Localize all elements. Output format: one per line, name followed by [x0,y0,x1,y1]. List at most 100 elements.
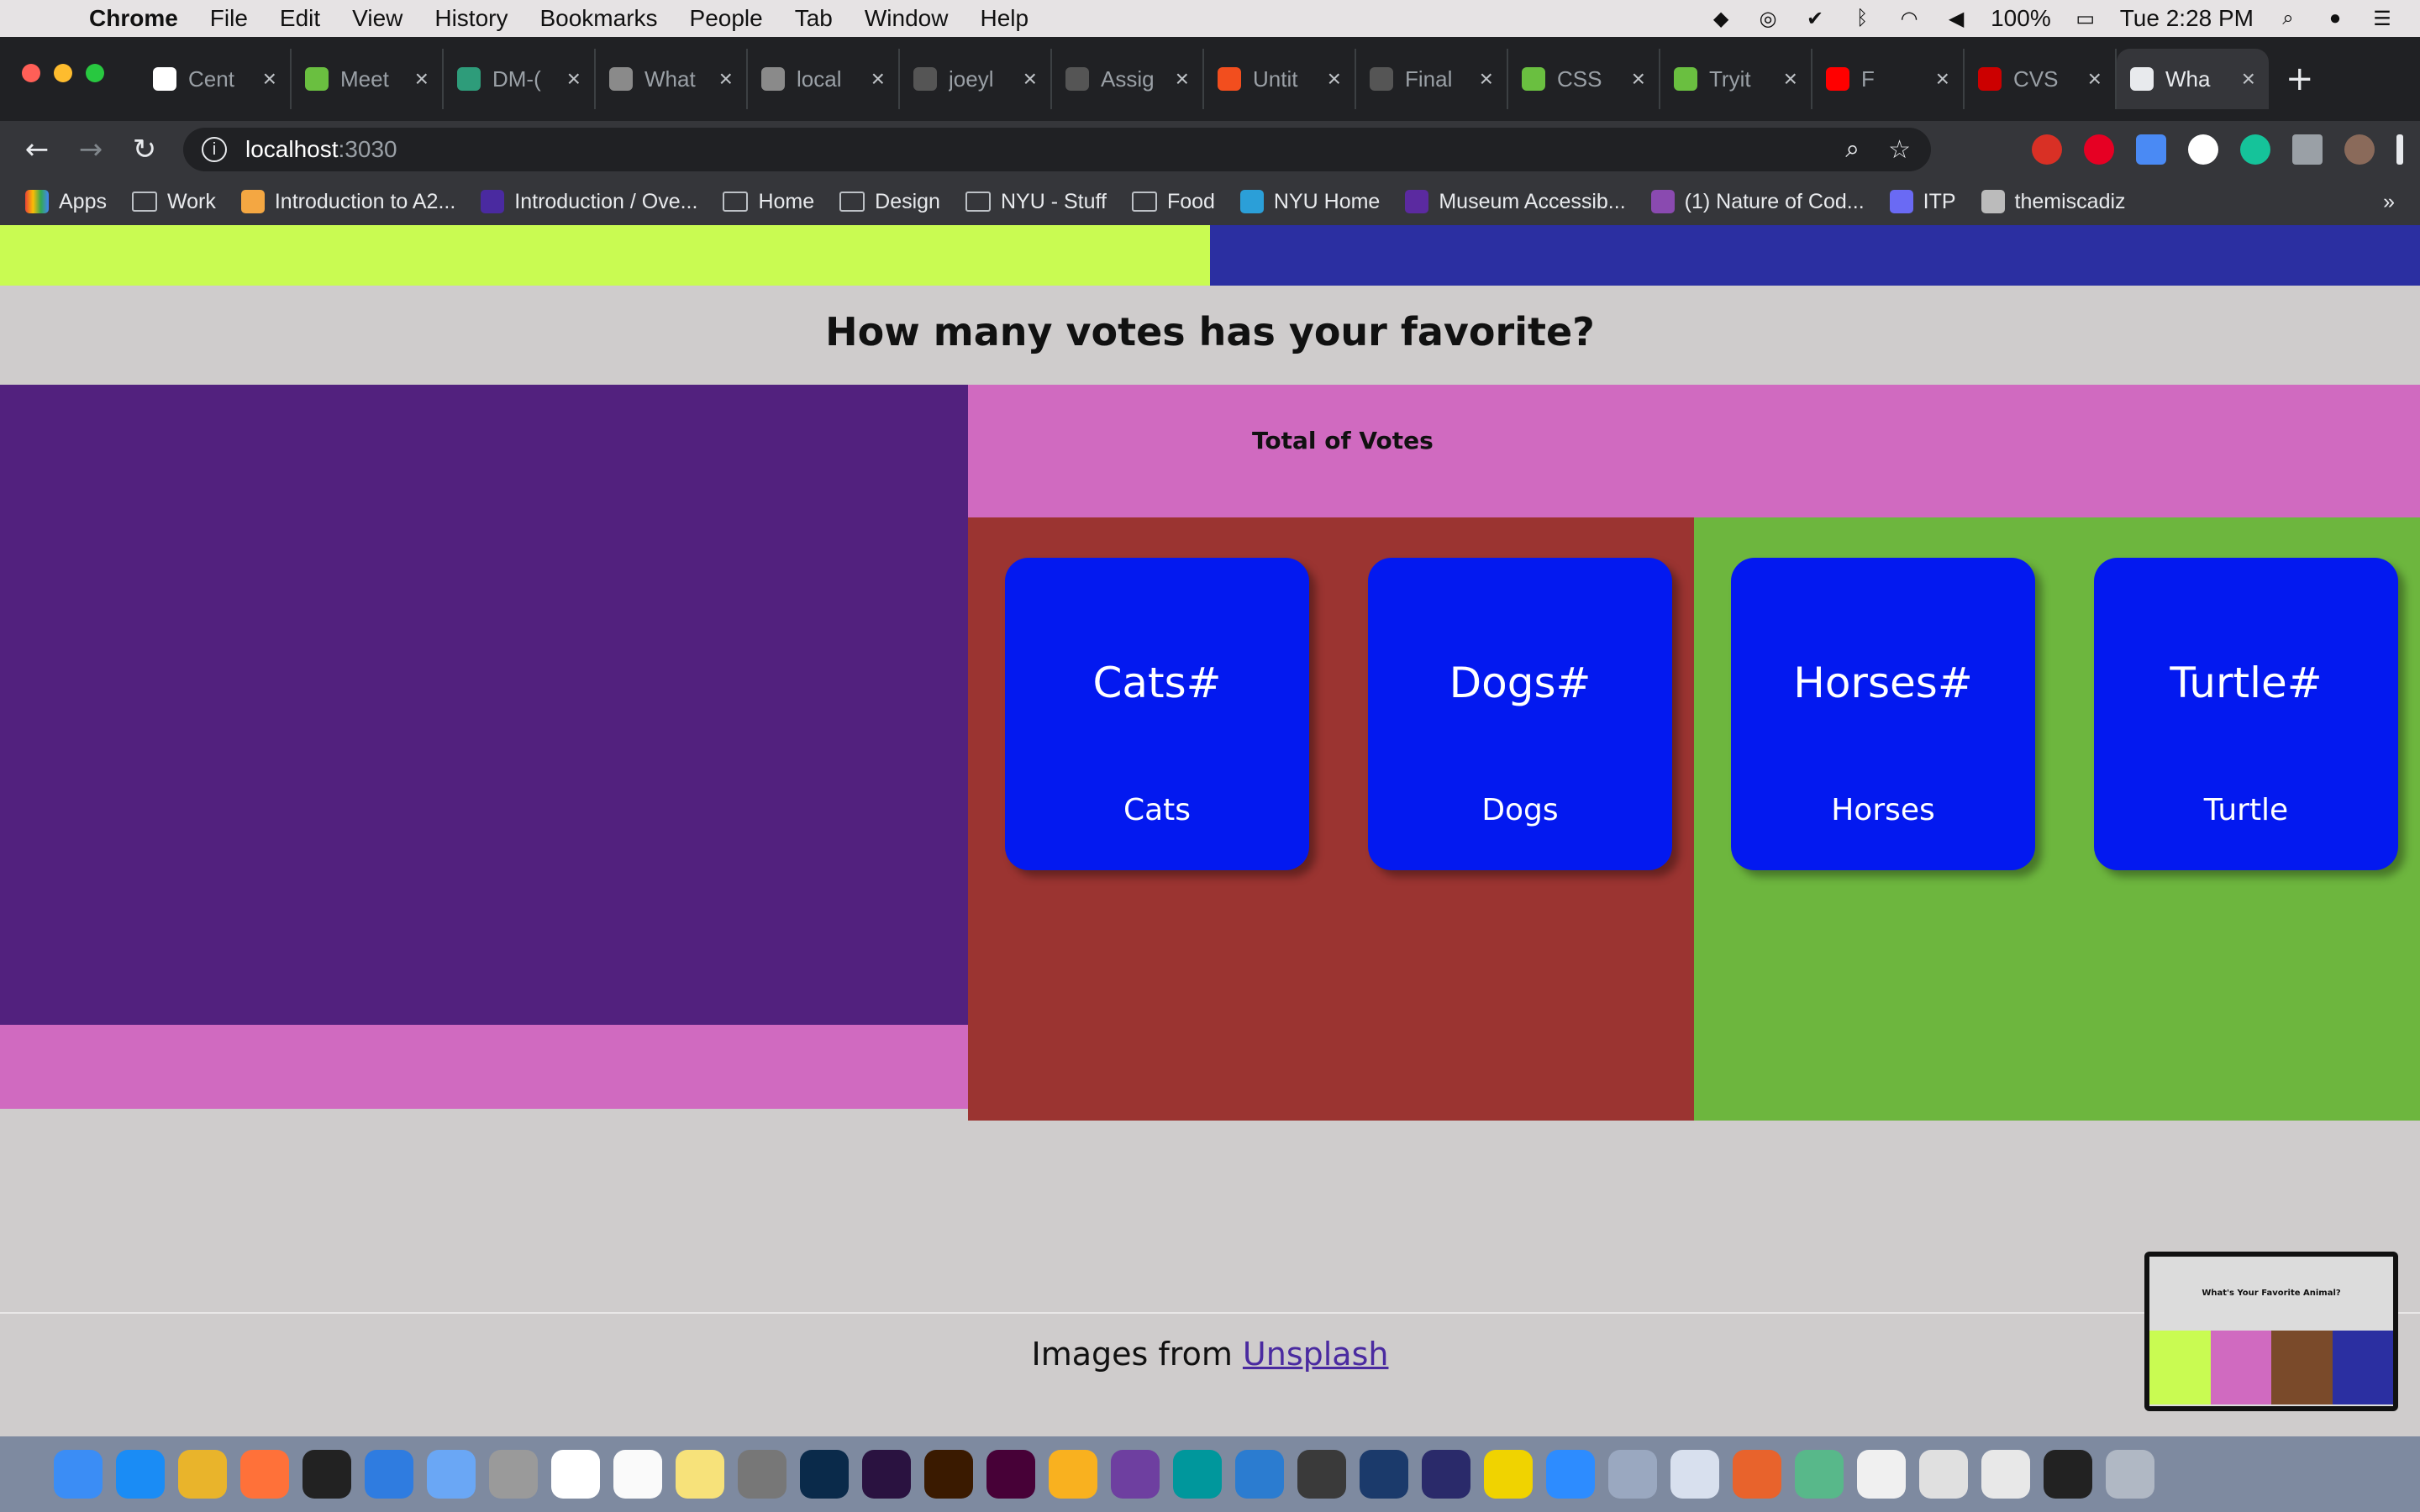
clock[interactable]: Tue 2:28 PM [2120,5,2254,32]
browser-tab[interactable]: Cent × [139,49,292,109]
bookmark-site[interactable]: Introduction / Ove... [481,190,697,214]
browser-tab[interactable]: Wha × [2117,49,2269,109]
extension-icon[interactable] [2188,134,2218,165]
forward-arrow-icon[interactable]: → [74,133,108,166]
atom-icon[interactable] [1795,1450,1844,1499]
bookmark-folder[interactable]: Food [1131,190,1215,214]
screenshot-thumbnail-preview[interactable]: What's Your Favorite Animal? [2144,1252,2398,1411]
bookmark-folder[interactable]: Work [131,190,216,214]
browser-tab[interactable]: CSS × [1508,49,1660,109]
quicktime-icon[interactable] [1360,1450,1408,1499]
browser-tab[interactable]: DM-(× [444,49,596,109]
close-tab-icon[interactable]: × [567,66,581,92]
menu-window[interactable]: Window [865,5,949,32]
chrome-menu-icon[interactable] [2396,134,2403,165]
skype-icon[interactable] [365,1450,413,1499]
battery-icon[interactable]: ▭ [2073,8,2098,30]
menu-file[interactable]: File [210,5,248,32]
vote-card-horses[interactable]: Horses# Horses [1731,558,2035,870]
menu-edit[interactable]: Edit [280,5,320,32]
close-tab-icon[interactable]: × [263,66,276,92]
minimized-window-icon[interactable] [1857,1450,1906,1499]
bookmark-site[interactable]: ITP [1889,190,1956,214]
firefox-icon[interactable] [240,1450,289,1499]
app-store-icon[interactable] [116,1450,165,1499]
calculator-icon[interactable] [489,1450,538,1499]
vote-card-cats[interactable]: Cats# Cats [1005,558,1309,870]
menu-help[interactable]: Help [980,5,1028,32]
bluetooth-icon[interactable]: ᛒ [1849,7,1875,29]
trash-icon[interactable] [2106,1450,2154,1499]
unsplash-link[interactable]: Unsplash [1243,1336,1389,1373]
address-bar[interactable]: i localhost:3030 ⌕ ☆ [183,128,1931,171]
close-tab-icon[interactable]: × [2242,66,2255,92]
close-tab-icon[interactable]: × [1176,66,1189,92]
bookmark-folder[interactable]: Design [839,190,940,214]
bookmark-folder[interactable]: NYU - Stuff [965,190,1107,214]
pinterest-extension-icon[interactable] [2084,134,2114,165]
browser-tab[interactable]: F × [1812,49,1965,109]
photoshop-icon[interactable] [800,1450,849,1499]
profile-avatar[interactable] [2344,134,2375,165]
sketch-icon[interactable] [1049,1450,1097,1499]
chrome-icon[interactable] [178,1450,227,1499]
minimized-window-icon[interactable] [1981,1450,2030,1499]
close-tab-icon[interactable]: × [1936,66,1949,92]
browser-tab[interactable]: What × [596,49,748,109]
stickies-icon[interactable] [676,1450,724,1499]
menu-people[interactable]: People [690,5,763,32]
more-bookmarks-chevron-icon[interactable]: » [2383,190,2395,214]
grammarly-extension-icon[interactable] [2240,134,2270,165]
browser-tab[interactable]: Meet × [292,49,444,109]
terminal-icon[interactable] [302,1450,351,1499]
bookmark-site[interactable]: NYU Home [1239,190,1380,214]
adobe-xd-icon[interactable] [986,1450,1035,1499]
close-tab-icon[interactable]: × [415,66,429,92]
volume-icon[interactable]: ◀ [1944,8,1969,30]
bookmark-site[interactable]: Introduction to A2... [240,190,455,214]
close-window-button[interactable] [22,64,40,82]
close-tab-icon[interactable]: × [1632,66,1645,92]
close-tab-icon[interactable]: × [1328,66,1341,92]
bookmark-site[interactable]: (1) Nature of Cod... [1650,190,1865,214]
browser-tab[interactable]: Tryit × [1660,49,1812,109]
reload-icon[interactable]: ↻ [128,133,161,166]
site-info-icon[interactable]: i [202,137,227,162]
notification-center-icon[interactable]: ☰ [2370,8,2395,30]
siri-icon[interactable]: ● [2323,7,2348,29]
zoom-icon[interactable]: ⌕ [1845,135,1860,165]
bookmark-apps[interactable]: Apps [25,190,107,214]
browser-tab[interactable]: Untit × [1204,49,1356,109]
github-desktop-icon[interactable] [1111,1450,1160,1499]
vote-card-dogs[interactable]: Dogs# Dogs [1368,558,1672,870]
close-tab-icon[interactable]: × [1784,66,1797,92]
spotlight-search-icon[interactable]: ⌕ [2275,7,2301,29]
processing-icon[interactable] [1297,1450,1346,1499]
minimize-window-button[interactable] [54,64,72,82]
menu-tab[interactable]: Tab [795,5,833,32]
after-effects-icon[interactable] [862,1450,911,1499]
reading-list-icon[interactable] [2292,134,2323,165]
illustrator-icon[interactable] [924,1450,973,1499]
menu-app-name[interactable]: Chrome [89,5,178,32]
minimized-window-icon[interactable] [1919,1450,1968,1499]
pencil-app-icon[interactable] [1733,1450,1781,1499]
close-tab-icon[interactable]: × [719,66,733,92]
close-tab-icon[interactable]: × [871,66,885,92]
bookmark-site[interactable]: Museum Accessib... [1405,190,1626,214]
p5-icon[interactable] [1484,1450,1533,1499]
bookmark-folder[interactable]: Home [723,190,814,214]
vote-card-turtle[interactable]: Turtle# Turtle [2094,558,2398,870]
arduino-icon[interactable] [1173,1450,1222,1499]
browser-tab[interactable]: local × [748,49,900,109]
dropbox-icon[interactable]: ◆ [1708,8,1733,30]
check-icon[interactable]: ✔ [1802,8,1828,30]
minimized-window-icon[interactable] [2044,1450,2092,1499]
menu-view[interactable]: View [352,5,402,32]
browser-tab[interactable]: CVS × [1965,49,2117,109]
zoom-icon[interactable] [1546,1450,1595,1499]
messages-icon[interactable] [427,1450,476,1499]
bookmark-star-icon[interactable]: ☆ [1888,135,1911,165]
browser-tab[interactable]: Final × [1356,49,1508,109]
preview-icon[interactable] [1608,1450,1657,1499]
